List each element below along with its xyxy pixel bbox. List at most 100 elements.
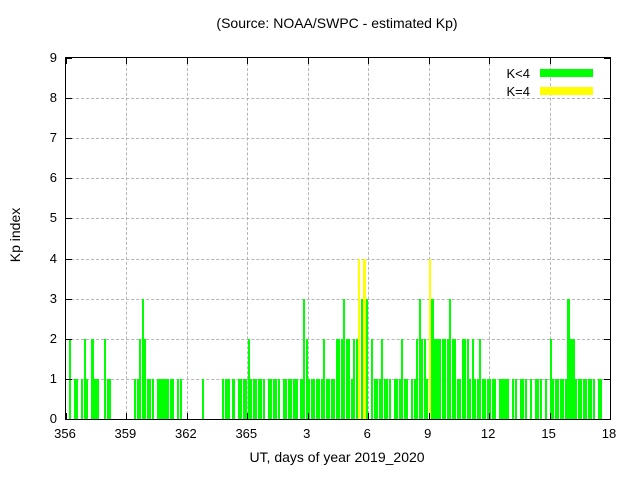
- ytick-right-1: [604, 378, 610, 380]
- ytick-left-5: [66, 218, 72, 220]
- xtick-bottom-8: [549, 413, 551, 419]
- gridline-x-359: [126, 58, 128, 419]
- kp-bar-day13-slot2: [514, 378, 517, 419]
- xtick-top-3: [247, 58, 249, 64]
- kp-bar-day364-slot2: [232, 378, 235, 419]
- kp-bar-day357-slot0: [86, 378, 89, 419]
- kp-bar-day7-slot0: [388, 378, 391, 419]
- xtick-label-12: 12: [480, 426, 496, 441]
- xtick-bottom-5: [368, 413, 370, 419]
- gridline-x-3: [307, 58, 309, 419]
- ytick-right-4: [604, 258, 610, 260]
- xtick-top-9: [610, 58, 611, 64]
- xtick-bottom-4: [307, 413, 309, 419]
- ytick-label-7: 7: [49, 130, 57, 146]
- ytick-label-9: 9: [49, 50, 57, 65]
- kp-bar-day12-slot2: [494, 378, 497, 419]
- ytick-left-3: [66, 298, 72, 300]
- xtick-label-18: 18: [601, 426, 617, 441]
- kp-bar-day14-slot6: [544, 378, 547, 419]
- ytick-right-9: [604, 58, 610, 59]
- ytick-left-2: [66, 338, 72, 340]
- kp-bar-day356-slot4: [76, 378, 79, 419]
- xtick-label-359: 359: [114, 426, 137, 441]
- ytick-left-8: [66, 98, 72, 100]
- xtick-label-356: 356: [54, 426, 76, 441]
- gridline-y-4: [66, 258, 610, 260]
- xtick-label-6: 6: [363, 426, 371, 441]
- ytick-left-7: [66, 138, 72, 140]
- xtick-label-365: 365: [235, 426, 258, 441]
- xtick-top-1: [126, 58, 128, 64]
- ytick-label-8: 8: [49, 90, 57, 106]
- ytick-right-2: [604, 338, 610, 340]
- xtick-top-6: [428, 58, 430, 64]
- gridline-y-7: [66, 138, 610, 140]
- gridline-x-362: [186, 58, 188, 419]
- y-axis-title: Kp index: [7, 207, 23, 263]
- legend: K<4 K=4: [506, 64, 593, 100]
- kp-bar-day362-slot6: [202, 378, 205, 419]
- xtick-top-4: [307, 58, 309, 64]
- xtick-bottom-3: [247, 413, 249, 419]
- xtick-label-362: 362: [175, 426, 197, 441]
- legend-label-k-eq-4: K=4: [506, 83, 531, 99]
- ytick-right-3: [604, 298, 610, 300]
- gridline-x-12: [489, 58, 491, 419]
- chart-title: (Source: NOAA/SWPC - estimated Kp): [216, 15, 458, 31]
- ytick-right-0: [604, 419, 610, 420]
- ytick-right-6: [604, 178, 610, 180]
- kp-bar-day7-slot7: [406, 378, 409, 419]
- ytick-left-1: [66, 378, 72, 380]
- legend-swatch-k-eq-4: [540, 87, 593, 95]
- ytick-right-8: [604, 98, 610, 100]
- kp-bar-day2-slot3: [295, 378, 298, 419]
- kp-bar-day360-slot2: [151, 378, 154, 419]
- legend-item-k-eq-4: K=4: [506, 82, 593, 100]
- ytick-label-4: 4: [49, 250, 57, 266]
- kp-bar-day14-slot4: [539, 378, 542, 419]
- ytick-left-0: [66, 419, 72, 420]
- ytick-right-5: [604, 218, 610, 220]
- kp-bar-day365-slot6: [262, 378, 265, 419]
- xtick-bottom-6: [428, 413, 430, 419]
- xtick-label-3: 3: [303, 426, 311, 441]
- ytick-label-5: 5: [49, 210, 57, 226]
- gridline-y-5: [66, 218, 610, 220]
- gridline-x-6: [368, 58, 370, 419]
- ytick-label-6: 6: [49, 170, 57, 186]
- ytick-left-4: [66, 258, 72, 260]
- kp-index-chart: (Source: NOAA/SWPC - estimated Kp) Kp in…: [0, 0, 640, 480]
- kp-bar-day5-slot7: [365, 298, 368, 419]
- kp-bar-day14-slot0: [529, 378, 532, 419]
- gridline-y-6: [66, 178, 610, 180]
- kp-bar-day17-slot1: [592, 378, 595, 419]
- xtick-label-15: 15: [541, 426, 556, 441]
- legend-swatch-k-lt-4: [540, 69, 593, 77]
- ytick-right-7: [604, 138, 610, 140]
- xtick-bottom-9: [610, 413, 611, 419]
- xtick-bottom-2: [186, 413, 188, 419]
- xtick-top-5: [368, 58, 370, 64]
- kp-bar-day17-slot4: [600, 378, 603, 419]
- xtick-bottom-1: [126, 413, 128, 419]
- legend-item-k-lt-4: K<4: [507, 64, 593, 82]
- xtick-top-2: [186, 58, 188, 64]
- ytick-label-2: 2: [49, 330, 57, 346]
- ytick-label-1: 1: [49, 370, 57, 386]
- kp-bar-day13-slot6: [524, 378, 527, 419]
- kp-bar-day361-slot2: [172, 378, 175, 419]
- xtick-label-9: 9: [424, 426, 432, 441]
- ytick-label-0: 0: [49, 411, 57, 426]
- ytick-left-9: [66, 58, 72, 59]
- kp-bar-day357-slot4: [96, 378, 99, 419]
- kp-bar-day361-slot5: [179, 378, 182, 419]
- xtick-bottom-7: [489, 413, 491, 419]
- ytick-label-3: 3: [49, 290, 57, 306]
- xtick-top-7: [489, 58, 491, 64]
- plot-area: K<4 K=4: [65, 57, 611, 420]
- ytick-left-6: [66, 178, 72, 180]
- kp-bar-day358-slot1: [109, 378, 112, 419]
- x-axis-title: UT, days of year 2019_2020: [249, 449, 425, 465]
- kp-bar-day1-slot4: [277, 378, 280, 419]
